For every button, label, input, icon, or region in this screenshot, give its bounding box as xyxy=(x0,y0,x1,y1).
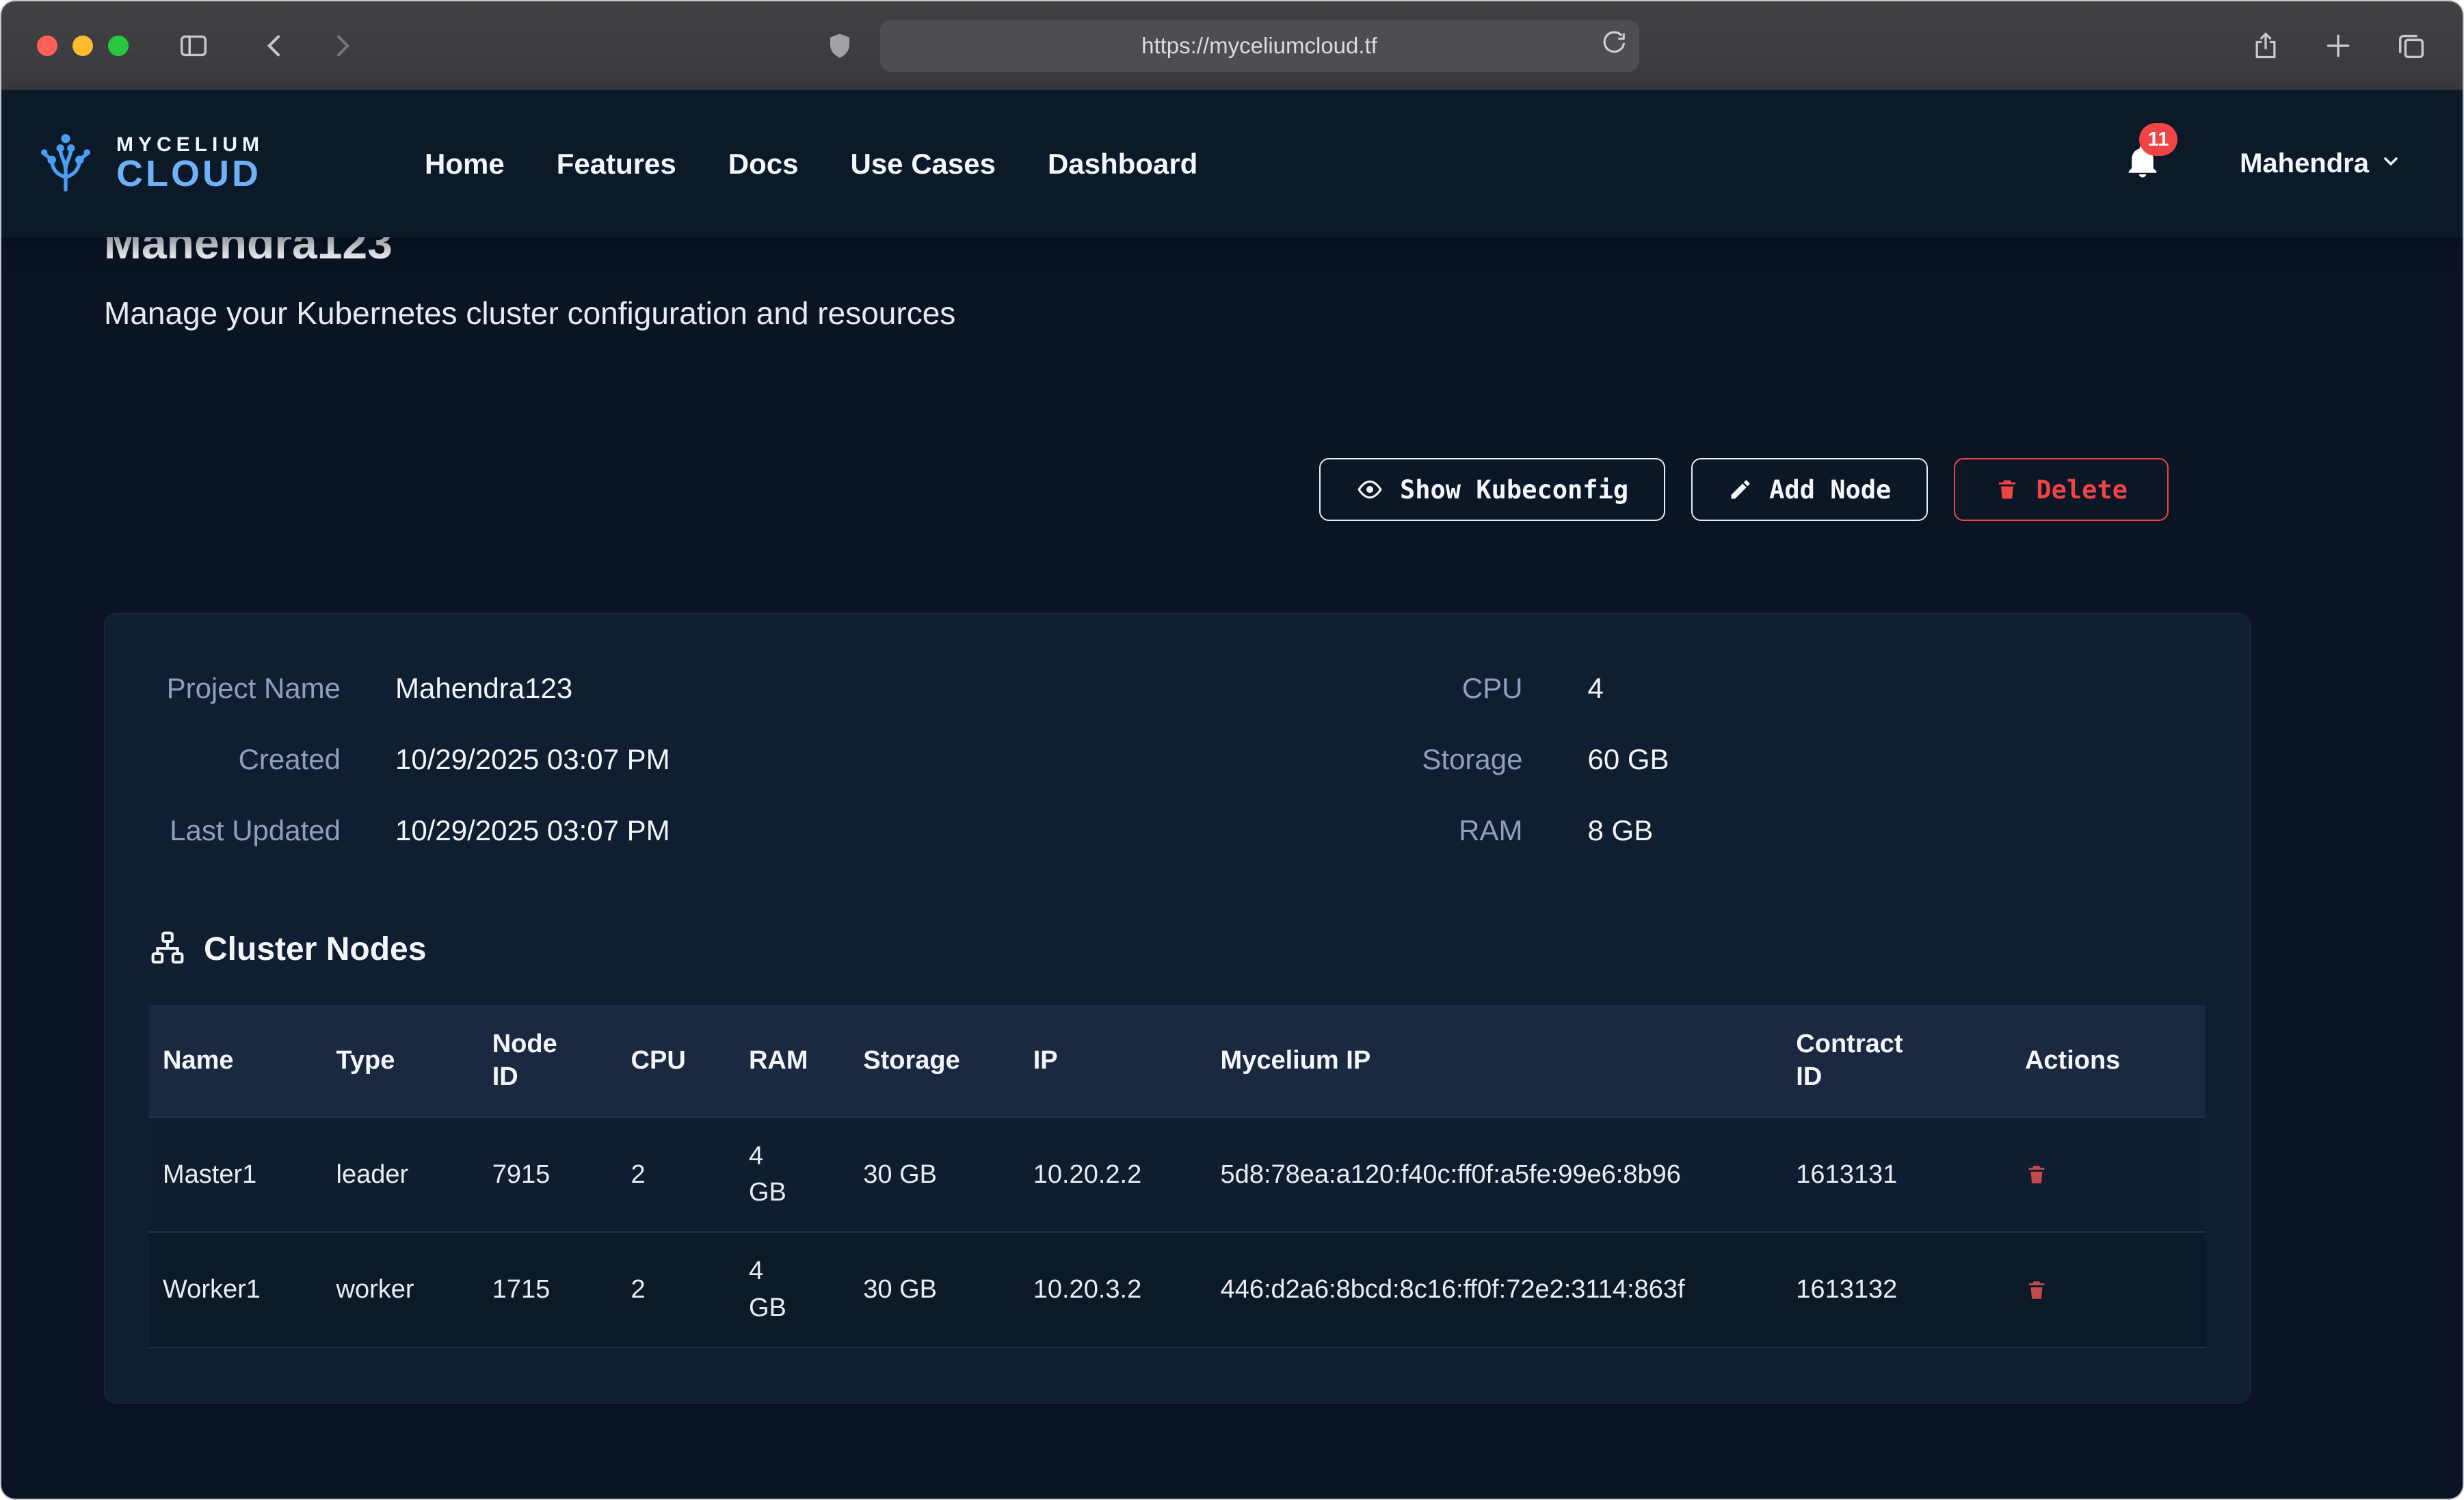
col-header-actions: Actions xyxy=(2011,1005,2205,1117)
cell-cpu: 2 xyxy=(618,1232,735,1347)
notification-badge: 11 xyxy=(2139,123,2177,156)
page-content: Mahendra123 Manage your Kubernetes clust… xyxy=(1,237,2463,1499)
created-value: 10/29/2025 03:07 PM xyxy=(395,743,1178,776)
cpu-value: 4 xyxy=(1588,672,2206,705)
notifications-button[interactable]: 11 xyxy=(2124,144,2161,184)
last-updated-value: 10/29/2025 03:07 PM xyxy=(395,814,1178,847)
nav-item-use-cases[interactable]: Use Cases xyxy=(850,148,995,180)
col-header-ip: IP xyxy=(1020,1005,1207,1117)
table-row: Master1 leader 7915 2 4 GB 30 GB 10.20.2… xyxy=(149,1117,2205,1232)
col-header-type: Type xyxy=(323,1005,479,1117)
main-navigation: Home Features Docs Use Cases Dashboard xyxy=(425,148,1197,180)
address-bar[interactable]: https://myceliumcloud.tf xyxy=(880,20,1639,72)
cell-ip: 10.20.2.2 xyxy=(1020,1117,1207,1232)
cell-ip: 10.20.3.2 xyxy=(1020,1232,1207,1347)
cell-type: leader xyxy=(323,1117,479,1232)
table-header-row: Name Type Node ID CPU RAM Storage IP Myc… xyxy=(149,1005,2205,1117)
trash-icon xyxy=(1995,477,2019,502)
cell-name: Worker1 xyxy=(149,1232,323,1347)
show-kubeconfig-button[interactable]: Show Kubeconfig xyxy=(1319,458,1665,521)
delete-cluster-button[interactable]: Delete xyxy=(1954,458,2169,521)
brand-name-bottom: CLOUD xyxy=(116,155,264,193)
page-subtitle: Manage your Kubernetes cluster configura… xyxy=(104,295,2251,332)
cell-ram: 4 GB xyxy=(735,1232,849,1347)
browser-chrome: https://myceliumcloud.tf xyxy=(1,1,2463,90)
forward-icon[interactable] xyxy=(328,32,356,59)
cell-storage: 30 GB xyxy=(849,1117,1019,1232)
storage-value: 60 GB xyxy=(1588,743,2206,776)
add-node-button[interactable]: Add Node xyxy=(1691,458,1928,521)
pencil-icon xyxy=(1728,477,1753,502)
sidebar-toggle-icon[interactable] xyxy=(178,30,209,62)
col-header-cpu: CPU xyxy=(618,1005,735,1117)
cluster-nodes-heading: Cluster Nodes xyxy=(149,929,2205,969)
browser-window: https://myceliumcloud.tf xyxy=(0,0,2464,1500)
hierarchy-icon xyxy=(149,929,186,969)
eye-icon xyxy=(1356,476,1383,503)
new-tab-icon[interactable] xyxy=(2323,31,2353,61)
col-header-mycelium-ip: Mycelium IP xyxy=(1207,1005,1783,1117)
brand-name-top: MYCELIUM xyxy=(116,135,264,156)
created-label: Created xyxy=(149,743,395,776)
nav-item-docs[interactable]: Docs xyxy=(728,148,799,180)
close-window-button[interactable] xyxy=(37,36,57,56)
cell-storage: 30 GB xyxy=(849,1232,1019,1347)
cell-cpu: 2 xyxy=(618,1117,735,1232)
nav-item-dashboard[interactable]: Dashboard xyxy=(1048,148,1197,180)
cell-ram: 4 GB xyxy=(735,1117,849,1232)
share-icon[interactable] xyxy=(2251,31,2281,61)
storage-label: Storage xyxy=(1178,743,1588,776)
minimize-window-button[interactable] xyxy=(72,36,93,56)
mycelium-logo-icon xyxy=(31,128,100,200)
nav-item-features[interactable]: Features xyxy=(557,148,676,180)
cluster-nodes-title: Cluster Nodes xyxy=(204,930,426,968)
window-controls xyxy=(37,36,129,56)
col-header-name: Name xyxy=(149,1005,323,1117)
delete-node-button[interactable] xyxy=(2025,1163,2048,1186)
add-node-label: Add Node xyxy=(1769,475,1891,505)
col-header-storage: Storage xyxy=(849,1005,1019,1117)
cluster-details: Project Name Mahendra123 Created 10/29/2… xyxy=(149,672,2205,847)
cluster-actions: Show Kubeconfig Add Node Delete xyxy=(104,458,2251,521)
project-name-label: Project Name xyxy=(149,672,395,705)
zoom-window-button[interactable] xyxy=(108,36,129,56)
nodes-table: Name Type Node ID CPU RAM Storage IP Myc… xyxy=(149,1005,2205,1348)
cell-contract-id: 1613132 xyxy=(1782,1232,2011,1347)
project-name-value: Mahendra123 xyxy=(395,672,1178,705)
cell-node-id: 1715 xyxy=(479,1232,618,1347)
cpu-label: CPU xyxy=(1178,672,1588,705)
delete-node-button[interactable] xyxy=(2025,1278,2048,1302)
ram-label: RAM xyxy=(1178,814,1588,847)
last-updated-label: Last Updated xyxy=(149,814,395,847)
cell-actions xyxy=(2011,1232,2205,1347)
cell-mycelium-ip: 446:d2a6:8bcd:8c16:ff0f:72e2:3114:863f xyxy=(1207,1232,1783,1347)
cell-contract-id: 1613131 xyxy=(1782,1117,2011,1232)
chevron-down-icon xyxy=(2380,148,2402,179)
tab-overview-icon[interactable] xyxy=(2396,30,2427,62)
nav-item-home[interactable]: Home xyxy=(425,148,505,180)
ram-value: 8 GB xyxy=(1588,814,2206,847)
url-text: https://myceliumcloud.tf xyxy=(1141,33,1377,59)
cell-mycelium-ip: 5d8:78ea:a120:f40c:ff0f:a5fe:99e6:8b96 xyxy=(1207,1117,1783,1232)
col-header-node-id: Node ID xyxy=(479,1005,618,1117)
col-header-contract-id: Contract ID xyxy=(1782,1005,2011,1117)
delete-label: Delete xyxy=(2036,475,2128,505)
cell-name: Master1 xyxy=(149,1117,323,1232)
cell-node-id: 7915 xyxy=(479,1117,618,1232)
app-navbar: MYCELIUM CLOUD Home Features Docs Use Ca… xyxy=(1,90,2463,237)
cluster-details-card: Project Name Mahendra123 Created 10/29/2… xyxy=(104,613,2251,1404)
privacy-shield-icon[interactable] xyxy=(825,31,854,60)
cell-type: worker xyxy=(323,1232,479,1347)
cell-actions xyxy=(2011,1117,2205,1232)
show-kubeconfig-label: Show Kubeconfig xyxy=(1400,475,1628,505)
col-header-ram: RAM xyxy=(735,1005,849,1117)
back-icon[interactable] xyxy=(261,32,289,59)
reload-icon[interactable] xyxy=(1601,30,1627,62)
table-row: Worker1 worker 1715 2 4 GB 30 GB 10.20.3… xyxy=(149,1232,2205,1347)
brand-logo[interactable]: MYCELIUM CLOUD xyxy=(31,128,264,200)
bell-icon xyxy=(2124,172,2161,183)
user-name: Mahendra xyxy=(2240,148,2369,179)
user-menu[interactable]: Mahendra xyxy=(2240,148,2402,179)
